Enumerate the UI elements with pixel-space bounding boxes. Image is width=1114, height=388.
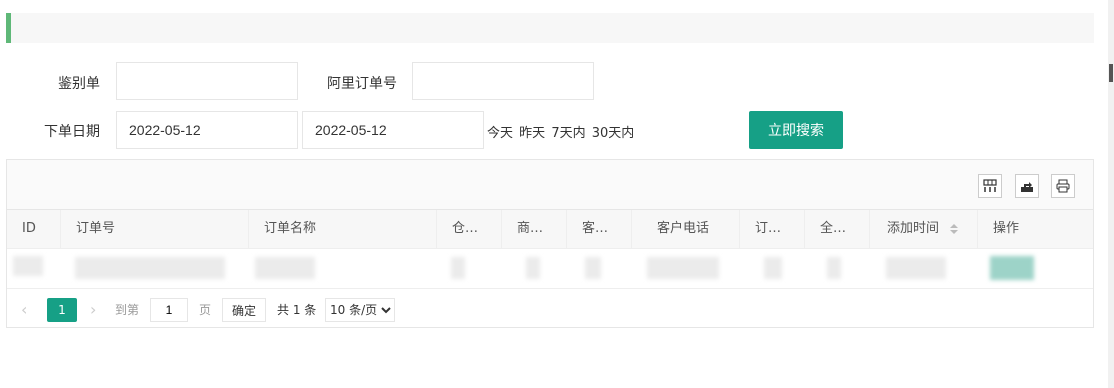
ali-order-input[interactable] bbox=[412, 62, 594, 100]
identify-input[interactable] bbox=[116, 62, 298, 100]
page-unit-label: 页 bbox=[199, 303, 212, 317]
total-count-label: 共 1 条 bbox=[277, 303, 317, 317]
cell-product-redacted bbox=[526, 257, 540, 279]
col-customer: 客… bbox=[567, 210, 632, 248]
col-product: 商… bbox=[502, 210, 567, 248]
quick-date-today[interactable]: 今天 bbox=[487, 126, 513, 141]
goto-confirm-button[interactable]: 确定 bbox=[222, 298, 266, 322]
col-customer-phone: 客户电话 bbox=[632, 210, 740, 248]
order-date-label: 下单日期 bbox=[44, 124, 100, 140]
col-order-name: 订单名称 bbox=[249, 210, 437, 248]
cell-action-button-redacted[interactable] bbox=[990, 256, 1034, 280]
col-warehouse: 仓… bbox=[437, 210, 502, 248]
cell-status-redacted bbox=[764, 257, 782, 279]
current-page-button[interactable]: 1 bbox=[47, 298, 77, 322]
table-toolbar bbox=[7, 160, 1093, 210]
cell-time-redacted bbox=[886, 257, 946, 279]
cell-order-no-redacted bbox=[75, 257, 225, 279]
table-header: ID 订单号 订单名称 仓… 商… 客… 客户电话 订… 全… 添加时间 操作 bbox=[7, 210, 1093, 249]
cell-full-redacted bbox=[827, 257, 841, 279]
page-header-bar bbox=[6, 13, 1094, 43]
print-icon[interactable] bbox=[1051, 174, 1075, 198]
date-start-input[interactable] bbox=[116, 111, 298, 149]
quick-date-links: 今天 昨天 7天内 30天内 bbox=[487, 122, 636, 141]
next-page-icon[interactable]: › bbox=[90, 298, 96, 322]
col-add-time-label: 添加时间 bbox=[887, 221, 940, 236]
col-id: ID bbox=[7, 210, 61, 248]
col-order-status: 订… bbox=[740, 210, 805, 248]
prev-page-icon[interactable]: ‹ bbox=[21, 298, 27, 322]
search-button[interactable]: 立即搜索 bbox=[749, 111, 843, 149]
col-full: 全… bbox=[805, 210, 870, 248]
quick-date-7days[interactable]: 7天内 bbox=[551, 126, 585, 141]
cell-warehouse-redacted bbox=[451, 257, 465, 279]
page-size-select[interactable]: 10 条/页 bbox=[325, 298, 395, 322]
table-row bbox=[7, 249, 1093, 287]
identify-label: 鉴别单 bbox=[58, 76, 100, 92]
col-add-time[interactable]: 添加时间 bbox=[870, 210, 978, 248]
goto-label: 到第 bbox=[115, 303, 140, 317]
ali-order-label: 阿里订单号 bbox=[327, 76, 397, 92]
export-icon[interactable] bbox=[1015, 174, 1039, 198]
cell-customer-redacted bbox=[585, 257, 601, 279]
cell-phone-redacted bbox=[647, 257, 719, 279]
date-end-input[interactable] bbox=[302, 111, 484, 149]
pagination: ‹ 1 › 到第 页 确定 共 1 条 10 条/页 bbox=[7, 288, 1093, 329]
quick-date-30days[interactable]: 30天内 bbox=[592, 126, 635, 141]
columns-icon[interactable] bbox=[978, 174, 1002, 198]
quick-date-yesterday[interactable]: 昨天 bbox=[519, 126, 545, 141]
cell-id-redacted bbox=[13, 256, 43, 276]
data-table: ID 订单号 订单名称 仓… 商… 客… 客户电话 订… 全… 添加时间 操作 … bbox=[6, 159, 1094, 328]
page-scrollbar-thumb[interactable] bbox=[1109, 64, 1113, 82]
col-order-no: 订单号 bbox=[61, 210, 249, 248]
col-actions: 操作 bbox=[993, 221, 1020, 236]
goto-page-input[interactable] bbox=[150, 298, 188, 322]
cell-order-name-redacted bbox=[255, 257, 315, 279]
page-scrollbar[interactable] bbox=[1108, 0, 1114, 388]
sort-icon[interactable] bbox=[949, 222, 959, 236]
